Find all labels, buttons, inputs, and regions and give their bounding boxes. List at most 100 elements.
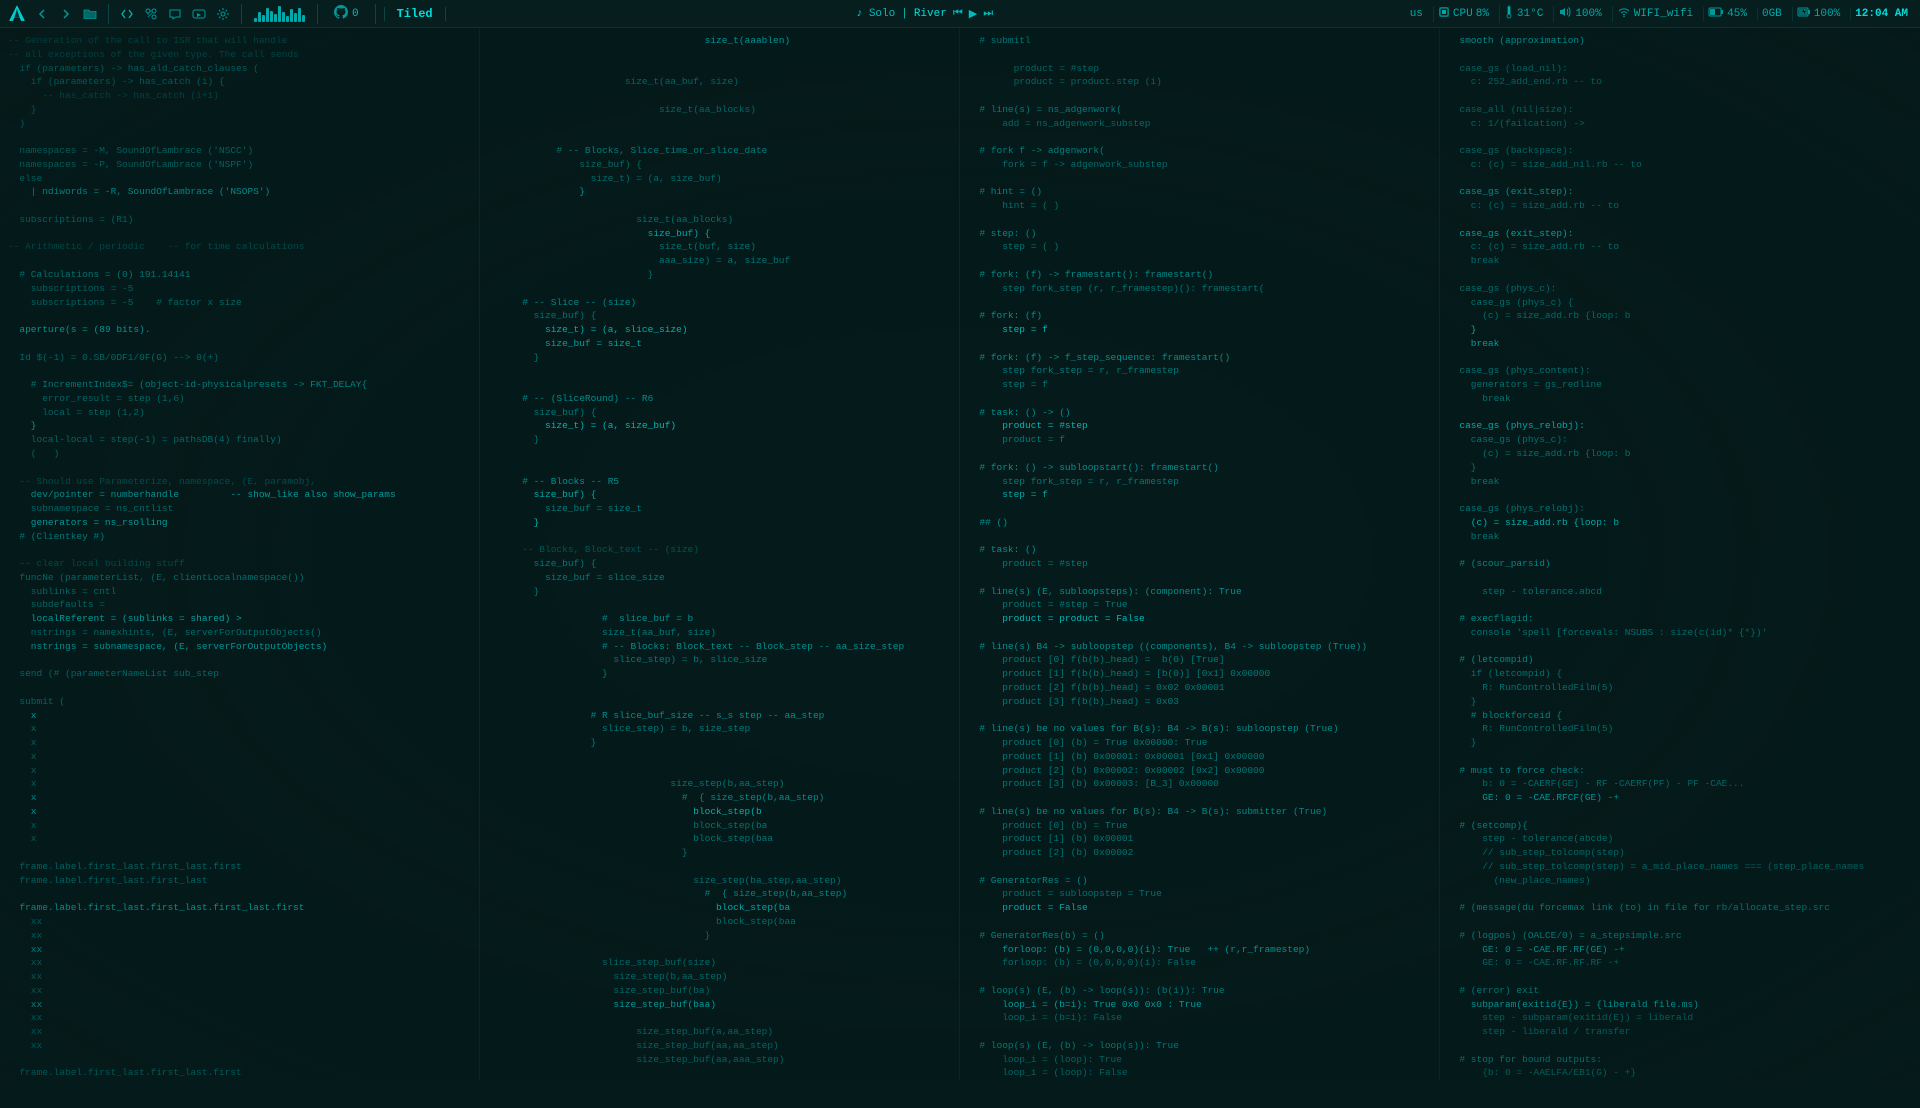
code-line: # slice_buf = b (488, 612, 951, 626)
code-line (1448, 805, 1912, 819)
code-line (1448, 598, 1912, 612)
music-song: River (914, 8, 947, 20)
code-line: generators = gs_redline (1448, 378, 1912, 392)
code-line: generators = ns_rsolling (8, 516, 471, 530)
code-line: send (# (parameterNameList sub_step (8, 667, 471, 681)
code-line: GE: 0 = -CAE.RF.RF(GE) -+ (1448, 943, 1912, 957)
code-line: # R slice_buf_size -- s_s step -- aa_ste… (488, 709, 951, 723)
code-line: step fork_step = r, r_framestep (968, 364, 1431, 378)
code-line: } (1448, 461, 1912, 475)
settings-app-icon[interactable] (213, 4, 233, 24)
bar-6 (274, 14, 277, 22)
separator-1 (108, 4, 109, 24)
cpu-icon (1438, 6, 1450, 22)
code-line (968, 254, 1431, 268)
chat-app-icon[interactable] (165, 4, 185, 24)
code-line: c: (c) = size_add.rb -- to (1448, 240, 1912, 254)
code-line: # GeneratorRes = () (968, 874, 1431, 888)
wifi-widget[interactable]: WIFI_wifi (1612, 6, 1697, 22)
wifi-label: WIFI_wifi (1634, 8, 1693, 20)
code-line: x (8, 750, 471, 764)
code-line: loop_i = (b=i): True 0x0 0x0 : True (968, 998, 1431, 1012)
charge-value: 100% (1814, 8, 1840, 20)
code-line: size_step_buf(baa) (488, 998, 951, 1012)
code-line: namespaces = -P, SoundOfLambrace ('NSPF'… (8, 158, 471, 172)
music-separator: | (901, 8, 908, 20)
back-button[interactable] (32, 4, 52, 24)
code-line (8, 227, 471, 241)
code-line (968, 48, 1431, 62)
code-app-icon[interactable] (117, 4, 137, 24)
code-line: } (488, 268, 951, 282)
code-line: size_step_buf(aa,aa_step) (488, 1039, 951, 1053)
code-line: case_gs (exit_step): (1448, 185, 1912, 199)
code-line: namespaces = -M, SoundOfLambrace ('NSCC'… (8, 144, 471, 158)
code-line: error_result = step (1,6) (8, 392, 471, 406)
cpu-widget[interactable]: CPU 8% (1433, 6, 1493, 22)
code-line: frame.label.first_last.first_last (8, 874, 471, 888)
battery-icon (1708, 7, 1724, 21)
code-line (1448, 1039, 1912, 1053)
folder-button[interactable] (80, 4, 100, 24)
code-line: aperture(s = (89 bits). (8, 323, 471, 337)
next-track-button[interactable]: ⏭ (983, 8, 993, 20)
code-panel-4[interactable]: smooth (approximation) case_gs (load_nil… (1440, 28, 1920, 1080)
code-line (488, 117, 951, 131)
code-line: local-local = step(-1) = pathsDB(4) fina… (8, 433, 471, 447)
code-line: dev/pointer = numberhandle -- show_like … (8, 488, 471, 502)
code-line: # (Clientkey #) (8, 530, 471, 544)
volume-widget[interactable]: 100% (1553, 6, 1605, 22)
bar-5 (270, 11, 273, 22)
code-line (488, 1011, 951, 1025)
code-line: # -- Blocks, Slice_time_or_slice_date (488, 144, 951, 158)
code-line (488, 695, 951, 709)
code-line: # task: () -> () (968, 406, 1431, 420)
code-line: step - tolerance(abcde) (1448, 832, 1912, 846)
code-line: step = ( ) (968, 240, 1431, 254)
charge-widget[interactable]: 100% (1792, 7, 1844, 21)
code-line: product [2] (b) 0x00002: 0x00002 [0x2] 0… (968, 764, 1431, 778)
prev-track-button[interactable]: ⏮ (953, 8, 963, 20)
code-line (1448, 268, 1912, 282)
code-line (488, 750, 951, 764)
play-button[interactable]: ▶ (969, 7, 977, 21)
youtube-app-icon[interactable] (189, 4, 209, 24)
code-line: size_step_buf(aa,aaa_step) (488, 1053, 951, 1067)
code-line: # { size_step(b,aa_step) (488, 887, 951, 901)
language-indicator[interactable]: us (1406, 8, 1427, 20)
cpu-value: 8% (1476, 8, 1489, 20)
code-line: slice_step) = b, size_step (488, 722, 951, 736)
code-line: # fork: (f) -> f_step_sequence: framesta… (968, 351, 1431, 365)
code-line: frame.label.first_last.first_last.first (8, 1066, 471, 1080)
code-panel-1[interactable]: -- Generation of the call to ISR that wi… (0, 28, 480, 1080)
code-line (968, 860, 1431, 874)
storage-widget[interactable]: 0GB (1757, 8, 1786, 20)
bar-3 (262, 15, 265, 22)
code-line: -- Generation of the call to ISR that wi… (8, 34, 471, 48)
code-line (1448, 750, 1912, 764)
code-line (1448, 571, 1912, 585)
code-panel-3[interactable]: # submitl product = #step product = prod… (960, 28, 1440, 1080)
code-line: block_step(baa (488, 915, 951, 929)
code-line: block_step(ba (488, 819, 951, 833)
code-panel-2[interactable]: size_t(aaablen) size_t(aa_buf, size) siz… (480, 28, 960, 1080)
arch-logo[interactable] (6, 3, 28, 25)
github-widget[interactable]: 0 (326, 5, 367, 23)
code-line (968, 709, 1431, 723)
git-app-icon[interactable] (141, 4, 161, 24)
battery-widget[interactable]: 45% (1703, 7, 1751, 21)
forward-button[interactable] (56, 4, 76, 24)
code-line: xx (8, 1025, 471, 1039)
bar-11 (294, 13, 297, 22)
battery-percent: 45% (1727, 8, 1747, 20)
code-line: x (8, 709, 471, 723)
code-line (488, 282, 951, 296)
separator-3 (317, 4, 318, 24)
code-line: # submitl (968, 34, 1431, 48)
code-line: # loop(s) (E, (b) -> loop(s)): (b(i)): T… (968, 984, 1431, 998)
code-line: # -- (SliceRound) -- R6 (488, 392, 951, 406)
code-line: size_t) = (a, slice_size) (488, 323, 951, 337)
code-line: size_step(b,aa_step) (488, 777, 951, 791)
temperature-widget[interactable]: 31°C (1499, 5, 1547, 23)
code-line: size_t(aa_buf, size) (488, 626, 951, 640)
